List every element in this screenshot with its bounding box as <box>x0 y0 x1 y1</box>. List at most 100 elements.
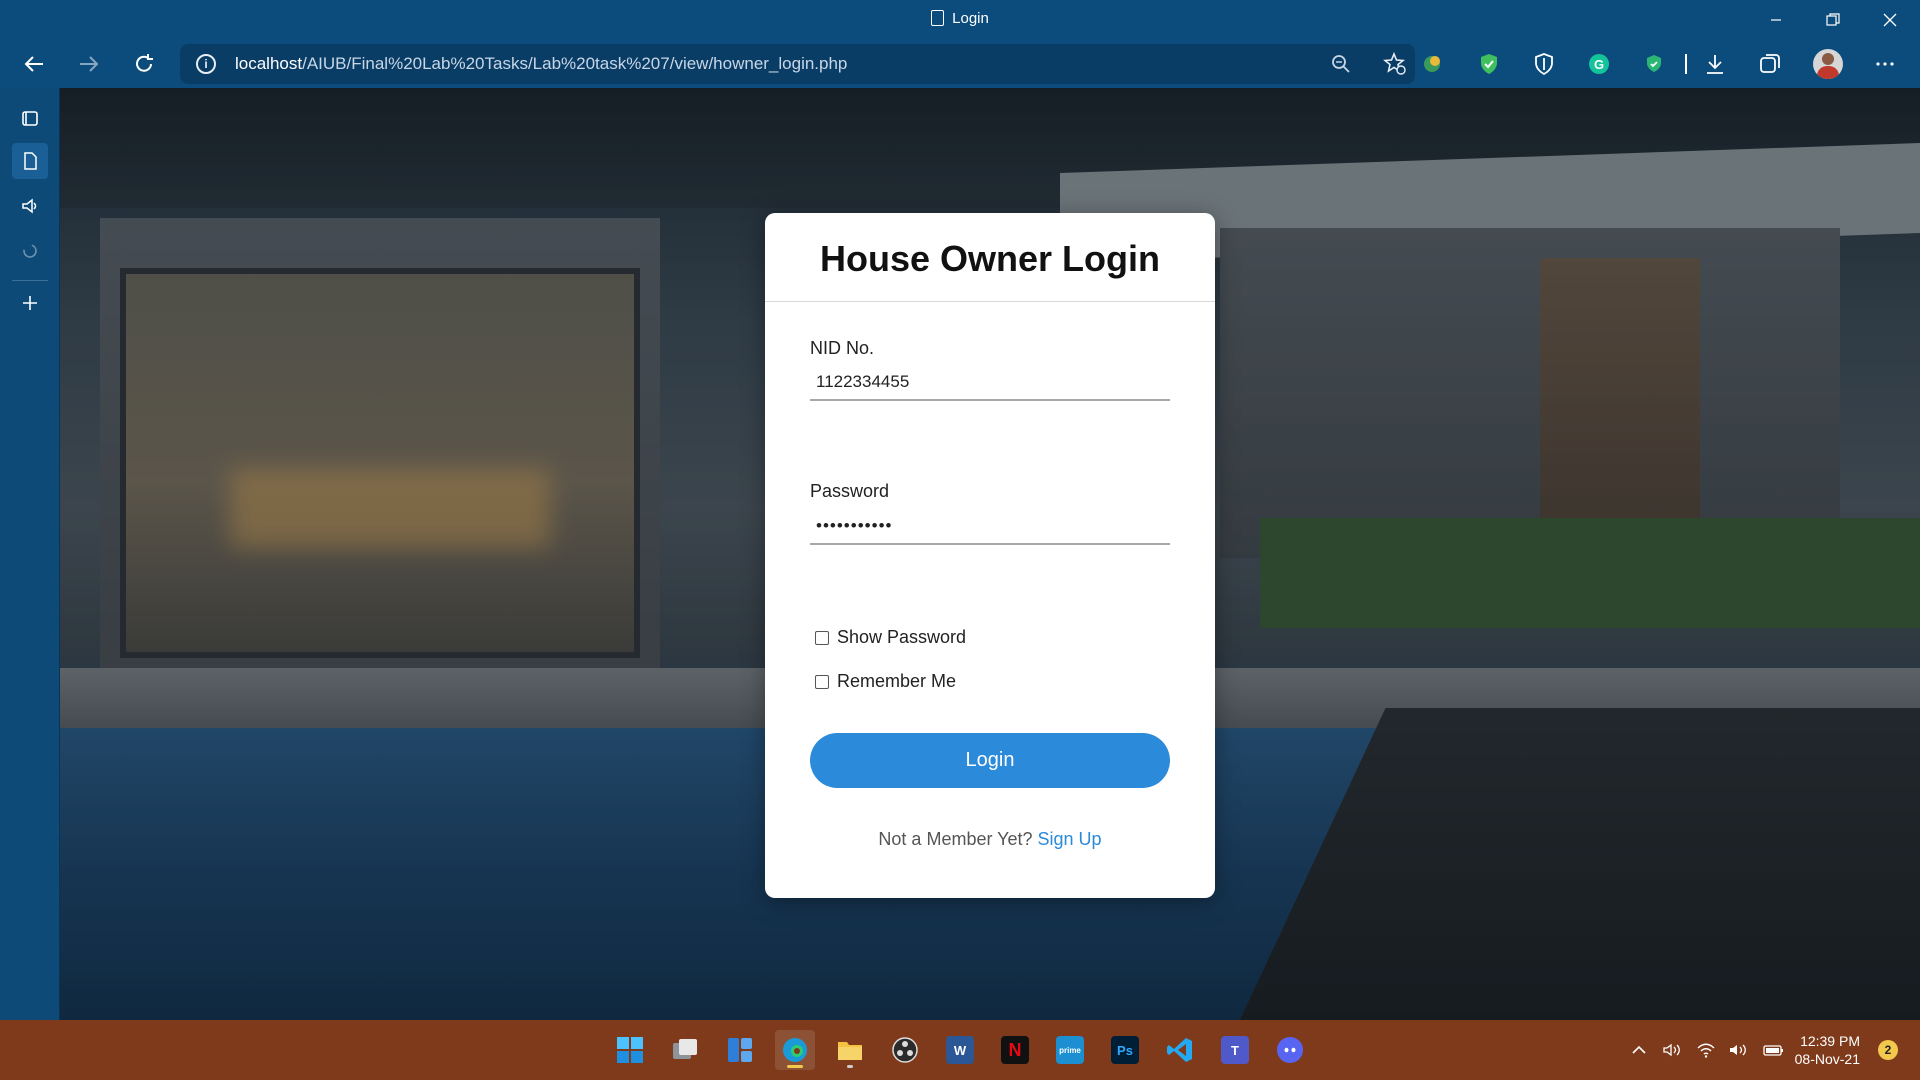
extension-check-icon[interactable] <box>1642 52 1666 76</box>
teams-button[interactable]: T <box>1215 1030 1255 1070</box>
browser-toolbar: i localhost/AIUB/Final%20Lab%20Tasks/Lab… <box>0 40 1920 88</box>
remember-me-row[interactable]: Remember Me <box>815 671 956 692</box>
teams-icon: T <box>1221 1036 1249 1064</box>
arrow-left-icon <box>24 56 43 72</box>
extension-shield-icon[interactable] <box>1532 52 1556 76</box>
collections-icon[interactable] <box>1758 52 1782 76</box>
zoom-icon[interactable] <box>1329 52 1353 76</box>
word-button[interactable]: W <box>940 1030 980 1070</box>
clock-date: 08-Nov-21 <box>1794 1051 1860 1067</box>
extension-shield-green-icon[interactable] <box>1477 52 1501 76</box>
refresh-button[interactable] <box>126 46 162 82</box>
minimize-icon <box>1771 19 1781 21</box>
prime-video-button[interactable]: prime <box>1050 1030 1090 1070</box>
address-bar[interactable]: i localhost/AIUB/Final%20Lab%20Tasks/Lab… <box>180 44 1415 84</box>
password-label: Password <box>810 481 890 501</box>
more-menu-icon[interactable] <box>1873 52 1897 76</box>
restore-button[interactable] <box>1805 0 1861 40</box>
photoshop-button[interactable]: Ps <box>1105 1030 1145 1070</box>
edge-icon <box>783 1038 807 1062</box>
refresh-icon <box>136 54 153 72</box>
netflix-icon: N <box>1001 1036 1029 1064</box>
back-button[interactable] <box>16 46 52 82</box>
remember-me-label[interactable]: Remember Me <box>837 671 956 692</box>
obs-button[interactable] <box>885 1030 925 1070</box>
discord-icon <box>1277 1037 1303 1063</box>
system-tray <box>1630 1020 1786 1080</box>
window-title-text: Login <box>952 10 989 27</box>
start-button[interactable] <box>610 1030 650 1070</box>
task-view-button[interactable] <box>665 1030 705 1070</box>
restore-icon <box>1826 13 1840 26</box>
speaker-icon <box>22 198 37 214</box>
tab-actions-button[interactable] <box>12 100 48 136</box>
avatar-head <box>1822 53 1834 65</box>
vscode-icon <box>1167 1038 1192 1062</box>
audio-tab-button[interactable] <box>12 188 48 224</box>
sidebar-divider <box>12 280 48 281</box>
browser-sidebar <box>0 88 60 1020</box>
grammarly-icon[interactable]: G <box>1587 52 1611 76</box>
edge-taskbar-button[interactable] <box>775 1030 815 1070</box>
minimize-button[interactable] <box>1748 0 1804 40</box>
site-info-icon[interactable]: i <box>196 54 216 74</box>
signup-prompt: Not a Member Yet? Sign Up <box>765 829 1215 850</box>
tabs-icon <box>22 111 38 126</box>
loading-icon <box>23 244 37 258</box>
notification-badge[interactable]: 2 <box>1878 1040 1898 1060</box>
vscode-button[interactable] <box>1160 1030 1200 1070</box>
plus-icon <box>23 296 37 310</box>
window-title: Login <box>0 10 1920 27</box>
clock-time: 12:39 PM <box>1800 1033 1860 1049</box>
clock[interactable]: 12:39 PM 08-Nov-21 <box>1795 1032 1860 1068</box>
url-host: localhost <box>235 54 303 73</box>
page-icon <box>931 10 945 26</box>
obs-icon <box>892 1037 918 1063</box>
loading-tab-button[interactable] <box>12 233 48 269</box>
new-tab-button[interactable] <box>12 285 48 321</box>
nid-input[interactable] <box>810 365 1170 401</box>
netflix-button[interactable]: N <box>995 1030 1035 1070</box>
form-title: House Owner Login <box>819 238 1160 279</box>
battery-icon[interactable] <box>1762 1041 1786 1059</box>
close-window-button[interactable] <box>1862 0 1918 40</box>
page-viewport: House Owner Login NID No. Password Show … <box>60 88 1920 1020</box>
profile-avatar[interactable] <box>1813 49 1843 79</box>
wifi-icon[interactable] <box>1696 1041 1716 1059</box>
forward-button[interactable] <box>71 46 107 82</box>
discord-button[interactable] <box>1270 1030 1310 1070</box>
title-divider <box>765 301 1215 302</box>
volume-icon[interactable] <box>1728 1041 1750 1059</box>
explorer-running-indicator <box>847 1065 853 1068</box>
word-icon: W <box>946 1036 974 1064</box>
show-password-row[interactable]: Show Password <box>815 627 966 648</box>
show-password-label[interactable]: Show Password <box>837 627 966 648</box>
prime-video-icon: prime <box>1056 1036 1084 1064</box>
speaker-tray-icon[interactable] <box>1662 1041 1684 1059</box>
active-tab-button[interactable] <box>12 143 48 179</box>
widgets-button[interactable] <box>720 1030 760 1070</box>
windows-taskbar: W N prime Ps T 12:39 PM 08-Nov-21 2 <box>0 1020 1920 1080</box>
task-view-icon <box>673 1039 697 1059</box>
file-explorer-button[interactable] <box>830 1030 870 1070</box>
url-text[interactable]: localhost/AIUB/Final%20Lab%20Tasks/Lab%2… <box>235 54 847 74</box>
remember-me-checkbox[interactable] <box>815 674 829 689</box>
extension-globe-icon[interactable] <box>1420 52 1444 76</box>
login-button[interactable]: Login <box>810 733 1170 788</box>
photoshop-icon: Ps <box>1111 1036 1139 1064</box>
windows-logo-icon <box>617 1037 643 1063</box>
close-icon <box>1883 13 1897 27</box>
password-input[interactable] <box>810 509 1170 545</box>
url-path: /AIUB/Final%20Lab%20Tasks/Lab%20task%207… <box>302 54 848 73</box>
downloads-icon[interactable] <box>1703 52 1727 76</box>
browser-title-bar: Login <box>0 0 1920 40</box>
svg-text:G: G <box>1594 57 1604 72</box>
add-favorite-icon[interactable] <box>1383 52 1407 76</box>
show-password-checkbox[interactable] <box>815 630 829 645</box>
edge-running-indicator <box>787 1065 803 1068</box>
widgets-icon <box>728 1038 752 1062</box>
avatar-body <box>1817 66 1839 79</box>
arrow-right-icon <box>80 56 99 72</box>
signup-link[interactable]: Sign Up <box>1038 829 1102 849</box>
chevron-up-icon[interactable] <box>1630 1041 1648 1059</box>
